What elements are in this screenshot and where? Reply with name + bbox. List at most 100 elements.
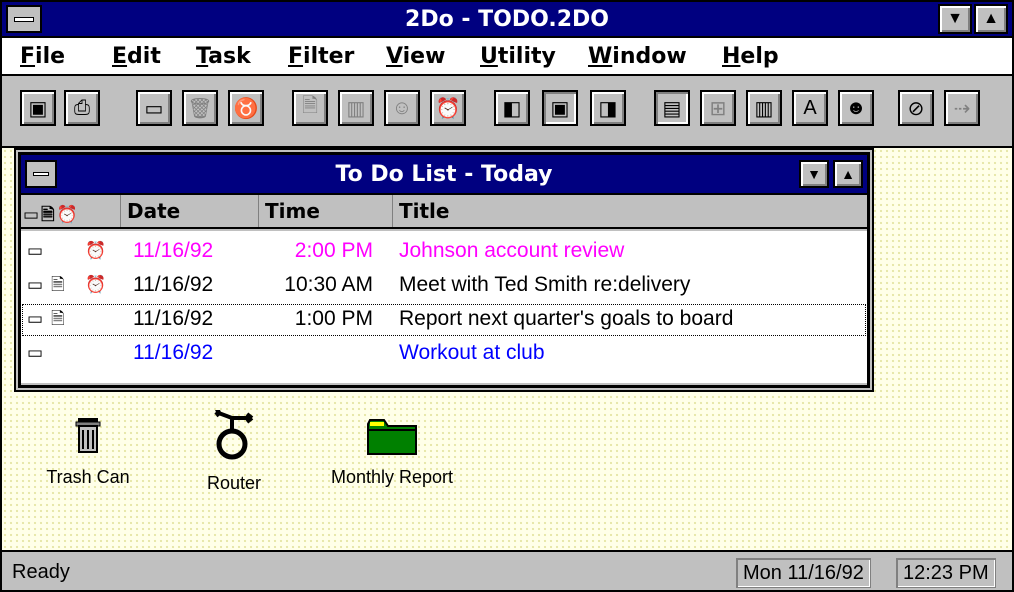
todo-list-window: To Do List - Today ▼ ▲ ▭🗎⏰ Date Time Tit… <box>18 152 870 388</box>
column-icons-header[interactable]: ▭🗎⏰ <box>21 195 121 227</box>
route-button[interactable]: ♉ <box>228 90 264 126</box>
task-date: 11/16/92 <box>133 341 214 364</box>
filter-tree-button[interactable]: ⊞ <box>700 90 736 126</box>
minimize-icon: ▼ <box>947 10 963 27</box>
task-date: 11/16/92 <box>133 273 214 296</box>
app-title: 2Do - TODO.2DO <box>405 7 609 32</box>
filter-person-button[interactable]: ☻ <box>838 90 874 126</box>
router-label: Router <box>206 473 262 493</box>
alarm-button[interactable]: ⏰ <box>430 90 466 126</box>
print-button[interactable]: ⎙ <box>64 90 100 126</box>
new-task-button[interactable]: ▭ <box>136 90 172 126</box>
task-time: 10:30 AM <box>284 273 373 296</box>
view-left-button[interactable]: ◧ <box>494 90 530 126</box>
print-icon: ⎙ <box>74 96 90 119</box>
task-list: ▭ ⏰ 11/16/92 2:00 PM Johnson account review ▭… <box>21 231 867 383</box>
monthly-report-desktop-item[interactable]: Monthly Report <box>318 416 466 488</box>
chart-icon: ▥ <box>346 97 366 120</box>
trash-can-desktop-item[interactable]: Trash Can <box>42 416 134 488</box>
person-button[interactable]: ☺ <box>384 90 420 126</box>
task-row[interactable]: ▭ 🗎 ⏰ 11/16/92 10:30 AM Meet with Ted Smith r… <box>21 269 867 303</box>
task-title: Report next quarter's goals to board <box>399 307 734 330</box>
minimize-button[interactable]: ▼ <box>938 4 972 34</box>
filter-chart-icon: ▥ <box>754 97 774 120</box>
menu-view[interactable]: View <box>386 44 445 69</box>
trash-can-icon <box>75 418 101 453</box>
delete-button[interactable]: 🗑 <box>182 90 218 126</box>
task-row[interactable]: ▭ 🗎 11/16/92 1:00 PM Report next quarter's g… <box>21 303 867 337</box>
view-right-button[interactable]: ◨ <box>590 90 626 126</box>
maximize-button[interactable]: ▲ <box>974 4 1008 34</box>
monthly-report-label: Monthly Report <box>330 467 454 487</box>
child-maximize-button[interactable]: ▲ <box>833 160 863 188</box>
column-icons-glyphs: ▭🗎⏰ <box>23 205 80 225</box>
task-icon: ▭ <box>27 275 44 294</box>
menu-utility[interactable]: Utility <box>480 44 556 69</box>
note-button[interactable]: 🗎 <box>292 90 328 126</box>
filter-tree-icon: ⊞ <box>709 97 727 120</box>
folder-icon <box>367 419 417 455</box>
trash-icon: 🗑 <box>187 97 213 120</box>
menu-bar: File Edit Task Filter View Utility Windo… <box>2 38 1012 76</box>
view-center-icon: ▣ <box>550 97 570 120</box>
minimize-icon: ▼ <box>807 166 821 182</box>
task-title: Meet with Ted Smith re:delivery <box>399 273 691 296</box>
status-text: Ready <box>12 561 70 583</box>
status-time: 12:23 PM <box>896 558 996 588</box>
task-row[interactable]: ▭ ⏰ 11/16/92 2:00 PM Johnson account review <box>21 235 867 269</box>
menu-file[interactable]: File <box>20 44 65 69</box>
menu-edit[interactable]: Edit <box>112 44 161 69</box>
view-right-icon: ◨ <box>598 97 618 120</box>
export-button[interactable]: ⇢ <box>944 90 980 126</box>
task-title: Johnson account review <box>399 239 625 262</box>
person-icon: ☺ <box>391 96 413 119</box>
menu-help[interactable]: Help <box>722 44 779 69</box>
app-window: 2Do - TODO.2DO ▼ ▲ File Edit Task Filter… <box>0 0 1014 592</box>
new-task-icon: ▭ <box>144 97 164 120</box>
trash-can-label: Trash Can <box>46 467 130 487</box>
todo-list-title-bar[interactable]: To Do List - Today ▼ ▲ <box>21 155 867 195</box>
column-title-header[interactable]: Title <box>393 195 867 227</box>
toolbar: ▣ ⎙ ▭ 🗑 ♉ 🗎 ▥ ☺ ⏰ ◧ ▣ ◨ ▤ ⊞ ▥ A ☻ ⊘ ⇢ <box>2 76 1012 148</box>
filter-list-button[interactable]: ▤ <box>654 90 690 126</box>
task-date: 11/16/92 <box>133 239 214 262</box>
alarm-icon: ⏰ <box>85 241 107 260</box>
router-icon: ♉ <box>233 97 259 120</box>
task-time: 2:00 PM <box>294 239 373 262</box>
filter-text-icon: A <box>803 96 817 119</box>
filter-chart-button[interactable]: ▥ <box>746 90 782 126</box>
task-time: 1:00 PM <box>294 307 373 330</box>
menu-filter[interactable]: Filter <box>288 44 354 69</box>
note-icon: 🗎 <box>301 95 319 117</box>
view-center-button[interactable]: ▣ <box>542 90 578 126</box>
mdi-workspace: To Do List - Today ▼ ▲ ▭🗎⏰ Date Time Tit… <box>2 148 1012 550</box>
filter-list-icon: ▤ <box>662 97 682 120</box>
status-date: Mon 11/16/92 <box>736 558 871 588</box>
maximize-icon: ▲ <box>841 166 855 182</box>
column-header: ▭🗎⏰ Date Time Title <box>21 195 867 229</box>
filter-text-button[interactable]: A <box>792 90 828 126</box>
column-time-header[interactable]: Time <box>259 195 393 227</box>
task-icon: ▭ <box>27 241 44 260</box>
task-row[interactable]: ▭ 11/16/92 Workout at club <box>21 337 867 371</box>
router-desktop-item[interactable]: Router <box>194 408 274 494</box>
note-icon: 🗎 <box>51 309 65 328</box>
maximize-icon: ▲ <box>983 10 999 27</box>
export-icon: ⇢ <box>953 97 971 120</box>
view-left-icon: ◧ <box>502 97 522 120</box>
no-filter-icon: ⊘ <box>907 97 925 120</box>
menu-window[interactable]: Window <box>588 44 687 69</box>
alarm-icon: ⏰ <box>435 97 461 120</box>
save-button[interactable]: ▣ <box>20 90 56 126</box>
chart-button[interactable]: ▥ <box>338 90 374 126</box>
menu-task[interactable]: Task <box>196 44 251 69</box>
app-title-bar[interactable]: 2Do - TODO.2DO ▼ ▲ <box>2 2 1012 38</box>
task-date: 11/16/92 <box>133 307 214 330</box>
no-filter-button[interactable]: ⊘ <box>898 90 934 126</box>
column-date-header[interactable]: Date <box>121 195 259 227</box>
task-icon: ▭ <box>27 309 44 328</box>
todo-list-title: To Do List - Today <box>335 162 553 187</box>
filter-person-icon: ☻ <box>845 96 867 119</box>
child-minimize-button[interactable]: ▼ <box>799 160 829 188</box>
task-title: Workout at club <box>399 341 545 364</box>
